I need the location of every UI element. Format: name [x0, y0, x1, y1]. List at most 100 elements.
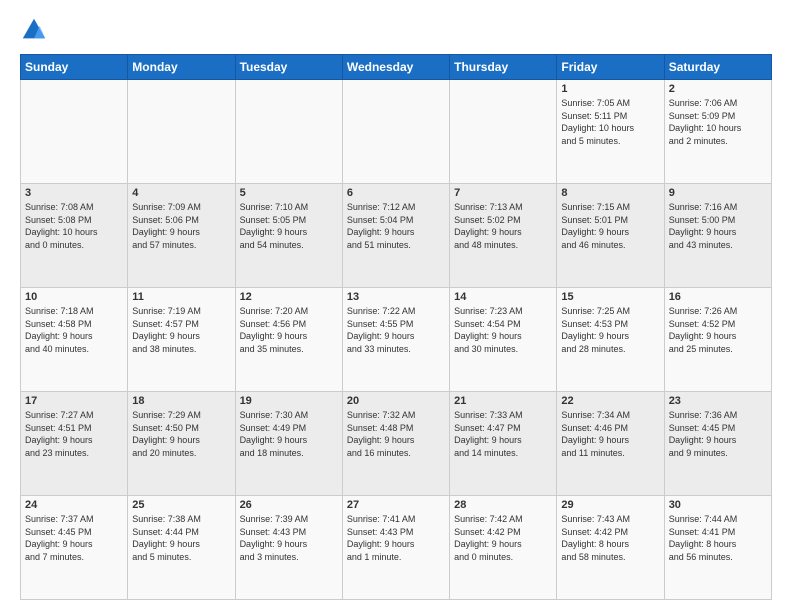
day-info: Sunrise: 7:08 AM Sunset: 5:08 PM Dayligh… — [25, 201, 123, 251]
day-cell — [21, 80, 128, 184]
day-cell: 28 Sunrise: 7:42 AM Sunset: 4:42 PM Dayli… — [450, 496, 557, 600]
day-info: Sunrise: 7:19 AM Sunset: 4:57 PM Dayligh… — [132, 305, 230, 355]
calendar-header-row: SundayMondayTuesdayWednesdayThursdayFrid… — [21, 55, 772, 80]
day-cell: 25 Sunrise: 7:38 AM Sunset: 4:44 PM Dayli… — [128, 496, 235, 600]
day-number: 13 — [347, 291, 445, 303]
day-info: Sunrise: 7:18 AM Sunset: 4:58 PM Dayligh… — [25, 305, 123, 355]
day-cell: 19 Sunrise: 7:30 AM Sunset: 4:49 PM Dayli… — [235, 392, 342, 496]
day-number: 17 — [25, 395, 123, 407]
day-cell: 23Sunrise: 7:36 AM Sunset: 4:45 PM Dayli… — [664, 392, 771, 496]
col-header-friday: Friday — [557, 55, 664, 80]
day-number: 16 — [669, 291, 767, 303]
day-number: 15 — [561, 291, 659, 303]
day-number: 14 — [454, 291, 552, 303]
col-header-saturday: Saturday — [664, 55, 771, 80]
day-info: Sunrise: 7:41 AM Sunset: 4:43 PM Dayligh… — [347, 513, 445, 563]
day-info: Sunrise: 7:20 AM Sunset: 4:56 PM Dayligh… — [240, 305, 338, 355]
day-number: 29 — [561, 499, 659, 511]
day-number: 12 — [240, 291, 338, 303]
col-header-sunday: Sunday — [21, 55, 128, 80]
header — [20, 16, 772, 44]
day-info: Sunrise: 7:44 AM Sunset: 4:41 PM Dayligh… — [669, 513, 767, 563]
day-number: 9 — [669, 187, 767, 199]
day-info: Sunrise: 7:29 AM Sunset: 4:50 PM Dayligh… — [132, 409, 230, 459]
week-row-3: 17 Sunrise: 7:27 AM Sunset: 4:51 PM Dayli… — [21, 392, 772, 496]
day-cell — [235, 80, 342, 184]
logo-icon — [20, 16, 48, 44]
day-cell: 1 Sunrise: 7:05 AM Sunset: 5:11 PM Daylig… — [557, 80, 664, 184]
day-number: 3 — [25, 187, 123, 199]
day-cell: 29Sunrise: 7:43 AM Sunset: 4:42 PM Dayli… — [557, 496, 664, 600]
day-number: 10 — [25, 291, 123, 303]
day-info: Sunrise: 7:34 AM Sunset: 4:46 PM Dayligh… — [561, 409, 659, 459]
day-cell: 20 Sunrise: 7:32 AM Sunset: 4:48 PM Dayli… — [342, 392, 449, 496]
week-row-4: 24Sunrise: 7:37 AM Sunset: 4:45 PM Dayli… — [21, 496, 772, 600]
day-cell: 24Sunrise: 7:37 AM Sunset: 4:45 PM Dayli… — [21, 496, 128, 600]
day-number: 5 — [240, 187, 338, 199]
day-info: Sunrise: 7:39 AM Sunset: 4:43 PM Dayligh… — [240, 513, 338, 563]
day-cell: 8Sunrise: 7:15 AM Sunset: 5:01 PM Daylig… — [557, 184, 664, 288]
day-cell: 13 Sunrise: 7:22 AM Sunset: 4:55 PM Dayli… — [342, 288, 449, 392]
day-info: Sunrise: 7:32 AM Sunset: 4:48 PM Dayligh… — [347, 409, 445, 459]
col-header-tuesday: Tuesday — [235, 55, 342, 80]
day-info: Sunrise: 7:05 AM Sunset: 5:11 PM Dayligh… — [561, 97, 659, 147]
day-number: 27 — [347, 499, 445, 511]
day-number: 2 — [669, 83, 767, 95]
week-row-0: 1 Sunrise: 7:05 AM Sunset: 5:11 PM Daylig… — [21, 80, 772, 184]
day-cell — [342, 80, 449, 184]
day-cell: 4 Sunrise: 7:09 AM Sunset: 5:06 PM Daylig… — [128, 184, 235, 288]
day-info: Sunrise: 7:27 AM Sunset: 4:51 PM Dayligh… — [25, 409, 123, 459]
day-number: 30 — [669, 499, 767, 511]
day-cell: 30 Sunrise: 7:44 AM Sunset: 4:41 PM Dayli… — [664, 496, 771, 600]
day-info: Sunrise: 7:25 AM Sunset: 4:53 PM Dayligh… — [561, 305, 659, 355]
day-info: Sunrise: 7:37 AM Sunset: 4:45 PM Dayligh… — [25, 513, 123, 563]
page: SundayMondayTuesdayWednesdayThursdayFrid… — [0, 0, 792, 612]
day-cell: 16Sunrise: 7:26 AM Sunset: 4:52 PM Dayli… — [664, 288, 771, 392]
day-info: Sunrise: 7:06 AM Sunset: 5:09 PM Dayligh… — [669, 97, 767, 147]
day-info: Sunrise: 7:38 AM Sunset: 4:44 PM Dayligh… — [132, 513, 230, 563]
day-cell: 12 Sunrise: 7:20 AM Sunset: 4:56 PM Dayli… — [235, 288, 342, 392]
calendar-table: SundayMondayTuesdayWednesdayThursdayFrid… — [20, 54, 772, 600]
day-info: Sunrise: 7:30 AM Sunset: 4:49 PM Dayligh… — [240, 409, 338, 459]
day-number: 28 — [454, 499, 552, 511]
day-info: Sunrise: 7:23 AM Sunset: 4:54 PM Dayligh… — [454, 305, 552, 355]
day-cell: 21 Sunrise: 7:33 AM Sunset: 4:47 PM Dayli… — [450, 392, 557, 496]
day-number: 22 — [561, 395, 659, 407]
day-number: 11 — [132, 291, 230, 303]
col-header-monday: Monday — [128, 55, 235, 80]
day-number: 1 — [561, 83, 659, 95]
day-cell: 6 Sunrise: 7:12 AM Sunset: 5:04 PM Daylig… — [342, 184, 449, 288]
week-row-2: 10 Sunrise: 7:18 AM Sunset: 4:58 PM Dayli… — [21, 288, 772, 392]
day-cell: 2 Sunrise: 7:06 AM Sunset: 5:09 PM Daylig… — [664, 80, 771, 184]
day-cell: 18 Sunrise: 7:29 AM Sunset: 4:50 PM Dayli… — [128, 392, 235, 496]
day-info: Sunrise: 7:36 AM Sunset: 4:45 PM Dayligh… — [669, 409, 767, 459]
day-number: 19 — [240, 395, 338, 407]
day-number: 25 — [132, 499, 230, 511]
day-cell: 17 Sunrise: 7:27 AM Sunset: 4:51 PM Dayli… — [21, 392, 128, 496]
day-info: Sunrise: 7:16 AM Sunset: 5:00 PM Dayligh… — [669, 201, 767, 251]
day-cell: 9 Sunrise: 7:16 AM Sunset: 5:00 PM Daylig… — [664, 184, 771, 288]
day-number: 26 — [240, 499, 338, 511]
day-cell: 14 Sunrise: 7:23 AM Sunset: 4:54 PM Dayli… — [450, 288, 557, 392]
day-info: Sunrise: 7:15 AM Sunset: 5:01 PM Dayligh… — [561, 201, 659, 251]
week-row-1: 3 Sunrise: 7:08 AM Sunset: 5:08 PM Daylig… — [21, 184, 772, 288]
day-number: 4 — [132, 187, 230, 199]
day-number: 18 — [132, 395, 230, 407]
day-number: 6 — [347, 187, 445, 199]
day-cell: 7 Sunrise: 7:13 AM Sunset: 5:02 PM Daylig… — [450, 184, 557, 288]
day-info: Sunrise: 7:12 AM Sunset: 5:04 PM Dayligh… — [347, 201, 445, 251]
day-info: Sunrise: 7:22 AM Sunset: 4:55 PM Dayligh… — [347, 305, 445, 355]
day-cell: 11 Sunrise: 7:19 AM Sunset: 4:57 PM Dayli… — [128, 288, 235, 392]
day-cell — [450, 80, 557, 184]
day-cell: 22 Sunrise: 7:34 AM Sunset: 4:46 PM Dayli… — [557, 392, 664, 496]
day-info: Sunrise: 7:09 AM Sunset: 5:06 PM Dayligh… — [132, 201, 230, 251]
day-cell: 27 Sunrise: 7:41 AM Sunset: 4:43 PM Dayli… — [342, 496, 449, 600]
day-number: 21 — [454, 395, 552, 407]
day-info: Sunrise: 7:42 AM Sunset: 4:42 PM Dayligh… — [454, 513, 552, 563]
day-info: Sunrise: 7:33 AM Sunset: 4:47 PM Dayligh… — [454, 409, 552, 459]
logo — [20, 16, 52, 44]
day-number: 7 — [454, 187, 552, 199]
day-number: 20 — [347, 395, 445, 407]
day-info: Sunrise: 7:13 AM Sunset: 5:02 PM Dayligh… — [454, 201, 552, 251]
day-cell: 15 Sunrise: 7:25 AM Sunset: 4:53 PM Dayli… — [557, 288, 664, 392]
